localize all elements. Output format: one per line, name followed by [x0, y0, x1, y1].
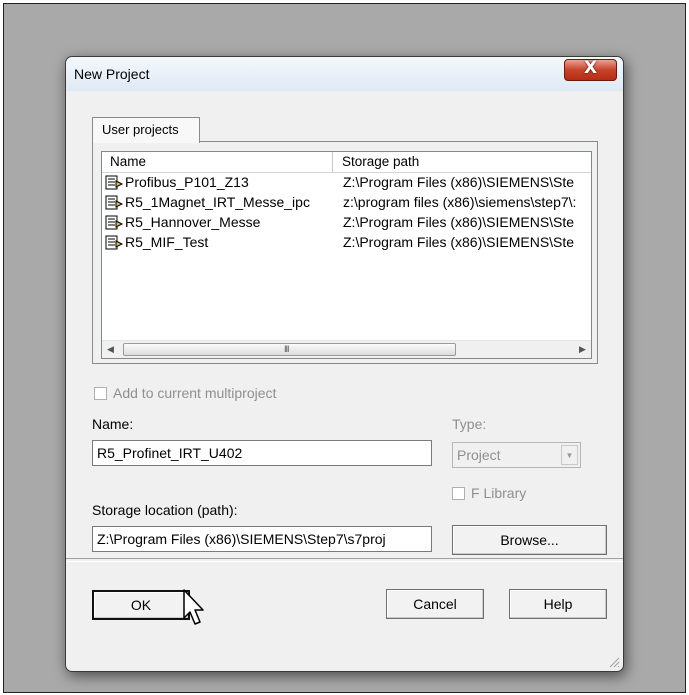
- project-icon: [105, 235, 124, 250]
- project-path: Z:\Program Files (x86)\SIEMENS\Ste: [343, 214, 575, 230]
- scroll-left-arrow-icon[interactable]: ◀: [102, 341, 119, 358]
- project-icon: [105, 215, 124, 230]
- scroll-grip: III: [284, 344, 289, 354]
- storage-location-label: Storage location (path):: [92, 502, 238, 518]
- help-button[interactable]: Help: [509, 589, 607, 619]
- project-path: Z:\Program Files (x86)\SIEMENS\Ste: [343, 174, 575, 190]
- add-to-multiproject-label: Add to current multiproject: [113, 385, 277, 401]
- f-library-checkbox[interactable]: [452, 487, 465, 500]
- project-name: R5_MIF_Test: [125, 234, 209, 250]
- browse-button[interactable]: Browse...: [452, 525, 607, 555]
- scroll-thumb[interactable]: III: [123, 343, 456, 356]
- close-icon: X: [583, 58, 598, 78]
- list-header: Name Storage path: [102, 152, 591, 173]
- separator: [66, 558, 623, 562]
- title-bar[interactable]: New Project X: [66, 57, 623, 91]
- mouse-cursor-icon: [183, 589, 204, 625]
- resize-grip-icon[interactable]: [608, 656, 620, 668]
- column-header-name[interactable]: Name: [110, 154, 146, 169]
- scroll-right-arrow-icon[interactable]: ▶: [574, 341, 591, 358]
- f-library-label: F Library: [471, 485, 527, 501]
- type-select-value: Project: [457, 447, 501, 463]
- type-label: Type:: [452, 416, 487, 432]
- project-name-input[interactable]: R5_Profinet_IRT_U402: [92, 440, 432, 466]
- project-icon: [105, 195, 124, 210]
- project-path: z:\program files (x86)\siemens\step7\:: [343, 194, 577, 210]
- close-button[interactable]: X: [564, 58, 617, 81]
- column-header-storage-path[interactable]: Storage path: [342, 154, 419, 169]
- project-icon: [105, 175, 124, 190]
- project-path: Z:\Program Files (x86)\SIEMENS\Ste: [343, 234, 575, 250]
- dialog-title: New Project: [74, 66, 150, 82]
- user-projects-panel: Name Storage path Profibus_P101_Z13 Z:\P…: [92, 141, 598, 364]
- project-name: R5_1Magnet_IRT_Messe_ipc: [125, 194, 310, 210]
- project-list[interactable]: Name Storage path Profibus_P101_Z13 Z:\P…: [101, 151, 592, 359]
- type-select[interactable]: Project ▼: [452, 442, 581, 468]
- column-divider[interactable]: [332, 152, 333, 172]
- tab-user-projects[interactable]: User projects: [92, 117, 200, 143]
- project-name: Profibus_P101_Z13: [125, 174, 249, 190]
- new-project-dialog: New Project X User projects Name Storage…: [65, 56, 624, 672]
- chevron-down-icon[interactable]: ▼: [561, 445, 578, 465]
- add-to-multiproject-checkbox[interactable]: [94, 387, 107, 400]
- ok-button[interactable]: OK: [92, 590, 190, 620]
- project-name: R5_Hannover_Messe: [125, 214, 261, 230]
- horizontal-scrollbar[interactable]: ◀ III ▶: [102, 340, 591, 358]
- name-label: Name:: [92, 416, 134, 432]
- storage-location-input[interactable]: Z:\Program Files (x86)\SIEMENS\Step7\s7p…: [92, 526, 432, 552]
- cancel-button[interactable]: Cancel: [386, 589, 484, 619]
